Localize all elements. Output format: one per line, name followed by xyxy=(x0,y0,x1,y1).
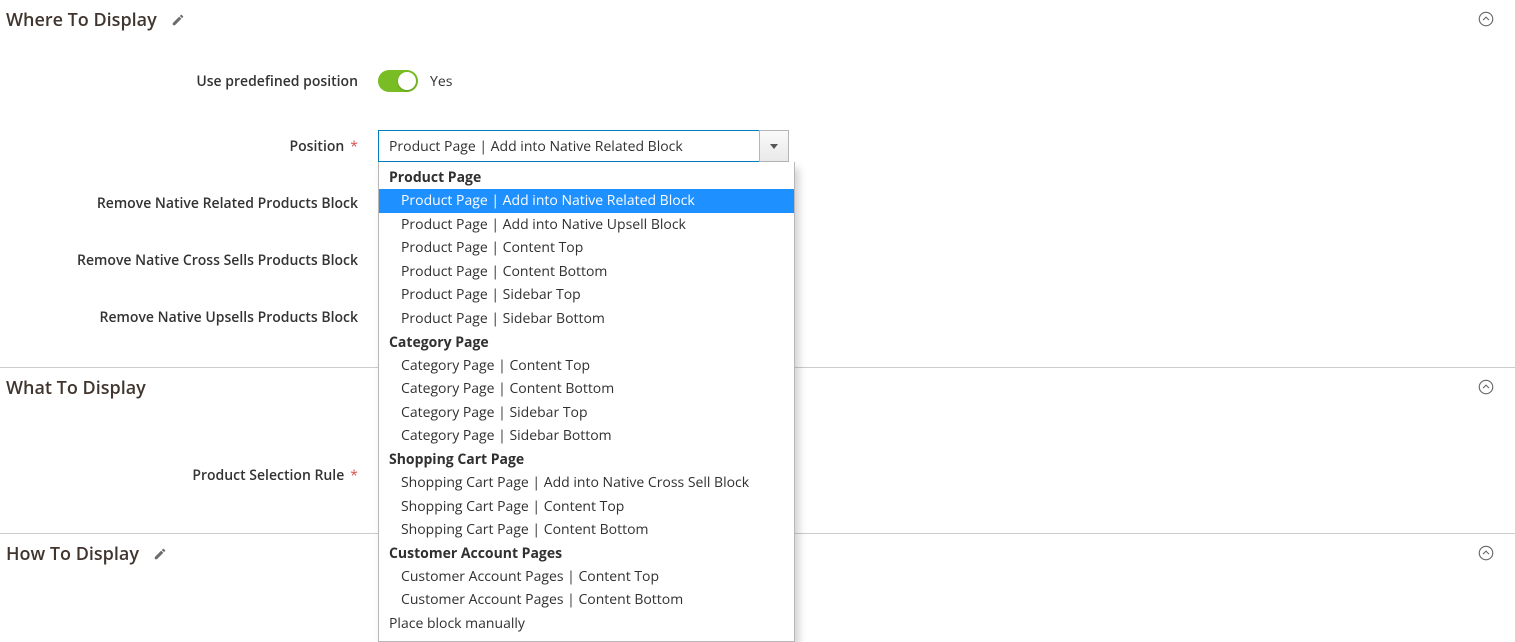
label-remove-native-crosssell: Remove Native Cross Sells Products Block xyxy=(0,251,378,270)
position-option[interactable]: Product Page | Content Top xyxy=(379,236,794,260)
position-option[interactable]: Product Page | Sidebar Bottom xyxy=(379,307,794,331)
section-title: What To Display xyxy=(6,376,146,400)
toggle-knob xyxy=(398,72,416,90)
position-select[interactable]: Product Page | Add into Native Related B… xyxy=(378,130,760,162)
position-dropdown-panel[interactable]: Product PageProduct Page | Add into Nati… xyxy=(378,162,795,642)
chevron-down-icon xyxy=(770,144,778,149)
position-option[interactable]: Shopping Cart Page | Content Bottom xyxy=(379,518,794,542)
position-select-arrow[interactable] xyxy=(759,130,789,162)
pencil-icon[interactable] xyxy=(171,13,185,27)
position-option[interactable]: Product Page | Content Bottom xyxy=(379,260,794,284)
position-option[interactable]: Category Page | Content Bottom xyxy=(379,377,794,401)
optgroup-label: Shopping Cart Page xyxy=(379,448,794,471)
label-use-predefined-position: Use predefined position xyxy=(0,72,378,91)
section-body-where: Use predefined position Yes Position* Pr… xyxy=(0,50,1515,367)
label-position: Position* xyxy=(0,137,378,156)
section-title: Where To Display xyxy=(6,8,157,32)
position-option[interactable]: Shopping Cart Page | Add into Native Cro… xyxy=(379,471,794,495)
optgroup-label: Product Page xyxy=(379,166,794,189)
position-option[interactable]: Category Page | Sidebar Top xyxy=(379,401,794,425)
optgroup-label: Category Page xyxy=(379,331,794,354)
required-asterisk: * xyxy=(350,137,358,156)
section-title: How To Display xyxy=(6,542,139,566)
label-remove-native-related: Remove Native Related Products Block xyxy=(0,194,378,213)
toggle-use-predefined-position[interactable] xyxy=(378,70,418,92)
section-header-where[interactable]: Where To Display xyxy=(0,0,1515,50)
row-position: Position* Product Page | Add into Native… xyxy=(0,130,1515,162)
position-option[interactable]: Product Page | Sidebar Top xyxy=(379,283,794,307)
chevron-up-circle-icon[interactable] xyxy=(1477,544,1495,562)
optgroup-label: Customer Account Pages xyxy=(379,542,794,565)
chevron-up-circle-icon[interactable] xyxy=(1477,10,1495,28)
position-option[interactable]: Shopping Cart Page | Content Top xyxy=(379,495,794,519)
label-remove-native-upsell: Remove Native Upsells Products Block xyxy=(0,308,378,327)
section-where-to-display: Where To Display Use predefined position… xyxy=(0,0,1515,368)
position-option[interactable]: Place block manually xyxy=(379,612,794,635)
position-option[interactable]: Product Page | Add into Native Related B… xyxy=(379,189,794,213)
position-option[interactable]: Customer Account Pages | Content Top xyxy=(379,565,794,589)
row-use-predefined-position: Use predefined position Yes xyxy=(0,70,1515,92)
position-option[interactable]: Category Page | Content Top xyxy=(379,354,794,378)
chevron-up-circle-icon[interactable] xyxy=(1477,378,1495,396)
required-asterisk: * xyxy=(350,466,358,485)
position-option[interactable]: Category Page | Sidebar Bottom xyxy=(379,424,794,448)
toggle-value-label: Yes xyxy=(430,72,452,91)
label-product-selection-rule: Product Selection Rule* xyxy=(0,466,378,485)
position-option[interactable]: Product Page | Add into Native Upsell Bl… xyxy=(379,213,794,237)
position-option[interactable]: Customer Account Pages | Content Bottom xyxy=(379,588,794,612)
pencil-icon[interactable] xyxy=(153,547,167,561)
